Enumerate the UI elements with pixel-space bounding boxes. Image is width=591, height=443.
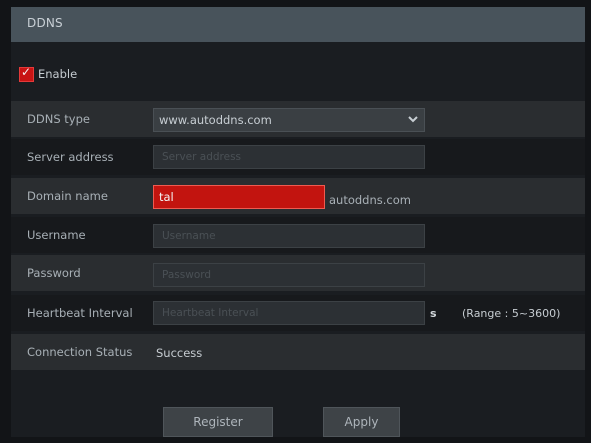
- domain-name-input[interactable]: tal: [153, 185, 325, 209]
- ddns-type-value: www.autoddns.com: [159, 113, 272, 127]
- ddns-type-select[interactable]: www.autoddns.com: [153, 108, 425, 132]
- server-address-label: Server address: [27, 150, 114, 164]
- apply-button[interactable]: Apply: [323, 407, 400, 437]
- server-address-placeholder: Server address: [162, 151, 242, 163]
- register-button[interactable]: Register: [163, 407, 273, 437]
- enable-checkbox[interactable]: ✓: [19, 65, 34, 82]
- window-title: DDNS: [27, 16, 63, 30]
- connection-status-label: Connection Status: [27, 345, 133, 359]
- domain-name-label: Domain name: [27, 189, 108, 203]
- ddns-type-label: DDNS type: [27, 112, 90, 126]
- heartbeat-range: (Range : 5~3600): [462, 307, 561, 320]
- username-label: Username: [27, 228, 86, 242]
- username-input[interactable]: Username: [153, 224, 425, 248]
- heartbeat-input[interactable]: Heartbeat Interval: [153, 301, 425, 325]
- title-bar: DDNS: [11, 7, 585, 42]
- server-address-input[interactable]: Server address: [153, 145, 425, 169]
- domain-name-value: tal: [159, 190, 174, 204]
- heartbeat-label: Heartbeat Interval: [27, 306, 133, 320]
- username-placeholder: Username: [162, 230, 216, 242]
- checkmark-icon: ✓: [21, 65, 32, 79]
- domain-suffix: autoddns.com: [329, 193, 411, 207]
- password-placeholder: Password: [162, 269, 212, 281]
- connection-status-row: Connection Status: [11, 334, 585, 370]
- connection-status-value: Success: [156, 346, 203, 360]
- password-input[interactable]: Password: [153, 263, 425, 287]
- ddns-settings-screen: DDNS ✓ Enable DDNS type www.autoddns.com…: [0, 0, 591, 443]
- enable-label: Enable: [38, 67, 78, 81]
- heartbeat-unit: s: [430, 307, 437, 320]
- heartbeat-placeholder: Heartbeat Interval: [162, 307, 259, 319]
- chevron-down-icon: [408, 116, 418, 123]
- password-label: Password: [27, 266, 81, 280]
